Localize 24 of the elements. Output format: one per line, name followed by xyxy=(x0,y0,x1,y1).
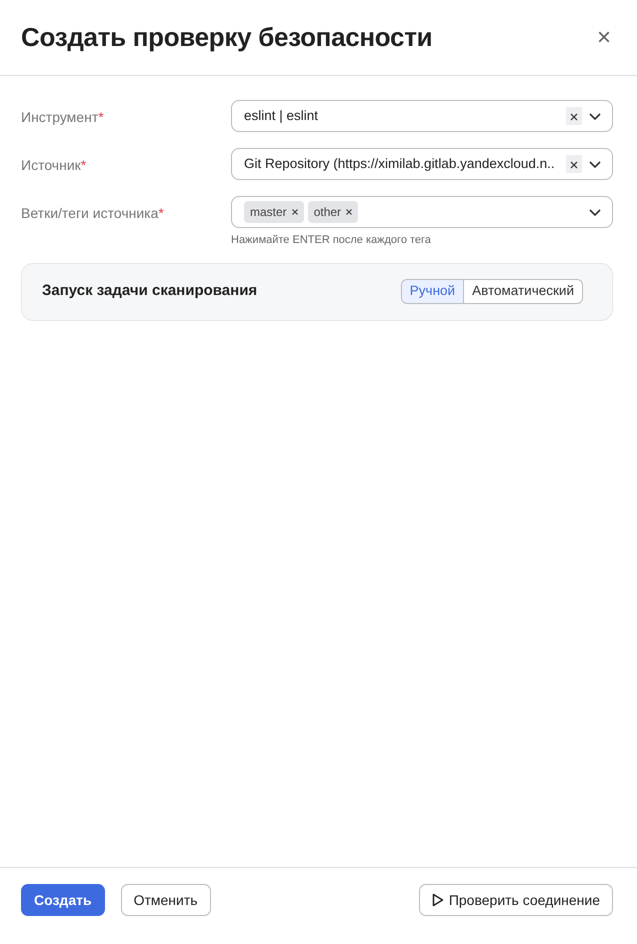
clear-button[interactable] xyxy=(566,107,582,125)
play-icon xyxy=(432,893,444,907)
segment-option[interactable]: Ручной xyxy=(402,280,464,303)
create-button[interactable]: Создать xyxy=(21,884,105,916)
check-connection-button[interactable]: Проверить соединение xyxy=(418,884,613,916)
clear-button[interactable] xyxy=(566,155,582,173)
panel-label: Запуск задачи сканирования xyxy=(42,281,258,302)
tag-chip[interactable]: other xyxy=(308,201,358,223)
dialog-title: Создать проверку безопасности xyxy=(21,22,432,54)
remove-icon[interactable] xyxy=(292,209,298,215)
field-hint: Нажимайте ENTER после каждого тега xyxy=(231,233,432,248)
cancel-button[interactable]: Отменить xyxy=(120,884,211,916)
tag-chip[interactable]: master xyxy=(244,201,304,223)
segment-option[interactable]: Автоматический xyxy=(463,280,582,303)
remove-icon[interactable] xyxy=(346,209,352,215)
field-label: Ветки/теги источника* xyxy=(21,204,165,223)
close-button[interactable]: × xyxy=(592,26,615,50)
tag-input-field[interactable]: master other xyxy=(231,196,613,228)
field-label: Источник* xyxy=(21,156,88,175)
field-label: Инструмент* xyxy=(21,108,105,127)
close-icon xyxy=(570,160,578,169)
select-field[interactable]: eslint | eslint xyxy=(231,100,613,132)
select-field[interactable]: Git Repository (https://ximilab.gitlab.yandexcloud.n.. xyxy=(231,148,613,180)
close-icon xyxy=(570,112,578,121)
